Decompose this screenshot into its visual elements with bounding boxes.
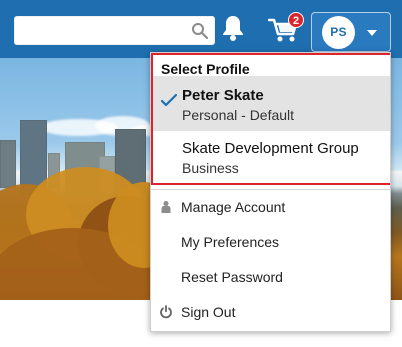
search-box[interactable] <box>14 16 215 45</box>
profile-selector: Select Profile Peter Skate Personal - De… <box>151 53 390 186</box>
my-preferences-label: My Preferences <box>181 234 280 250</box>
my-preferences-menu-item[interactable]: My Preferences <box>151 225 390 260</box>
profile-subtitle: Personal - Default <box>182 107 295 123</box>
checkmark-icon <box>161 94 177 107</box>
notifications-bell-icon[interactable] <box>222 14 244 42</box>
profile-name: Peter Skate <box>182 87 264 104</box>
profile-dropdown-menu: Select Profile Peter Skate Personal - De… <box>150 52 391 332</box>
search-icon[interactable] <box>191 22 209 40</box>
profile-name: Skate Development Group <box>182 140 359 157</box>
chevron-down-icon <box>367 30 377 36</box>
power-icon <box>160 305 172 319</box>
profile-subtitle: Business <box>182 160 239 176</box>
cart-count-badge: 2 <box>288 12 304 28</box>
sign-out-label: Sign Out <box>181 304 236 320</box>
profile-menu-button[interactable]: PS <box>311 12 391 52</box>
profile-option-personal[interactable]: Peter Skate Personal - Default <box>153 76 390 131</box>
sign-out-menu-item[interactable]: Sign Out <box>151 295 390 330</box>
reset-password-label: Reset Password <box>181 269 283 285</box>
profile-selector-heading: Select Profile <box>161 61 250 77</box>
profile-option-business[interactable]: Skate Development Group Business <box>153 138 390 186</box>
reset-password-menu-item[interactable]: Reset Password <box>151 260 390 295</box>
manage-account-label: Manage Account <box>181 199 286 215</box>
search-input[interactable] <box>14 16 192 45</box>
avatar: PS <box>322 15 355 49</box>
top-navigation-bar: 2 PS <box>0 0 402 58</box>
user-icon <box>161 201 171 213</box>
manage-account-menu-item[interactable]: Manage Account <box>151 190 390 225</box>
